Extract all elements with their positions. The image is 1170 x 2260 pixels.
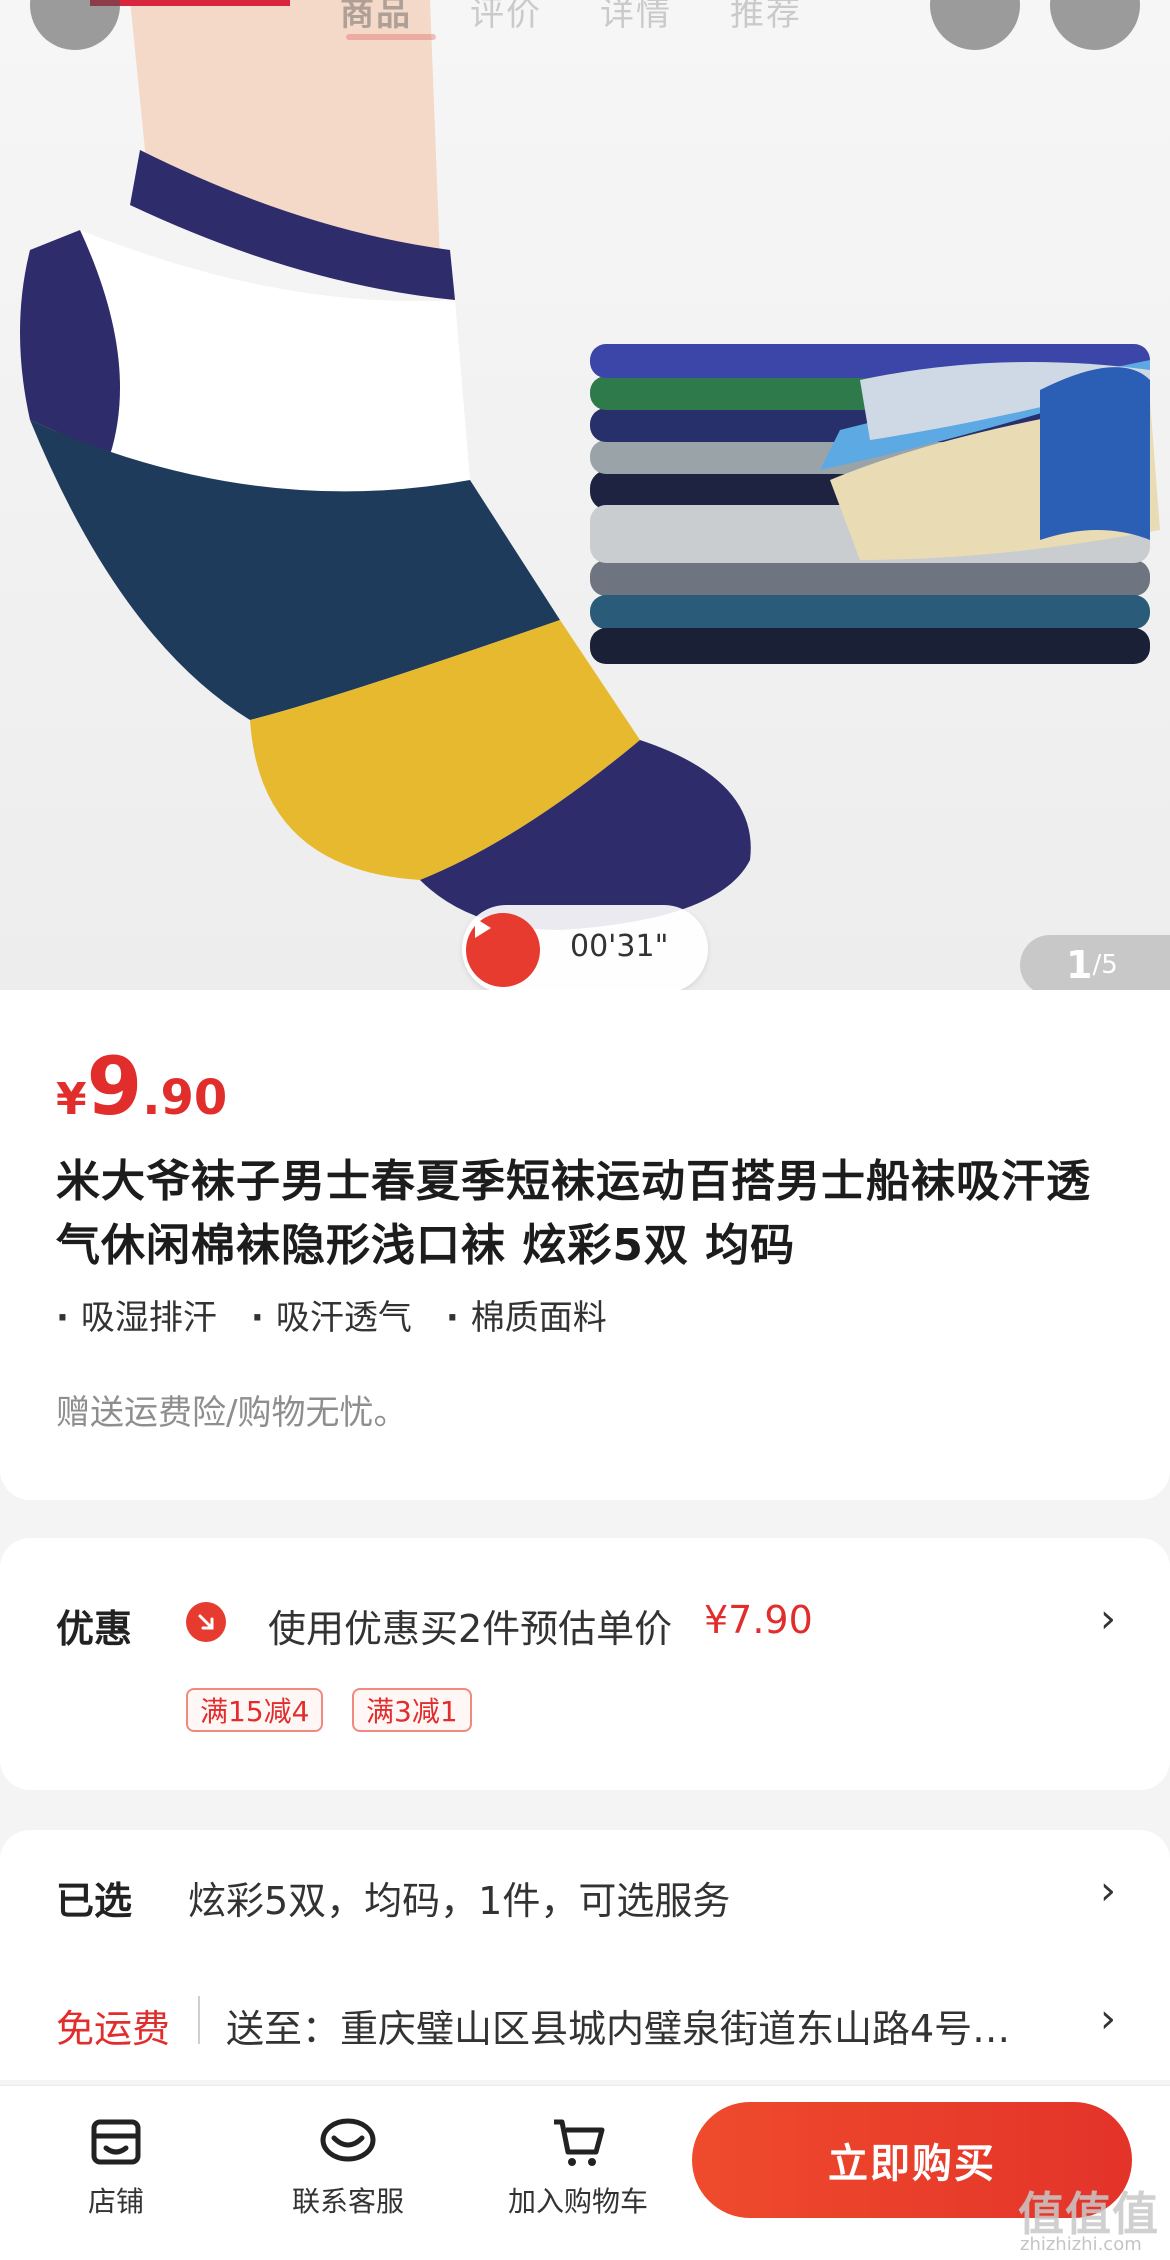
watermark-url: zhizhizhi.com xyxy=(1020,2234,1142,2255)
price-integer: 9 xyxy=(86,1040,143,1133)
feature-item: 棉质面料 xyxy=(446,1290,607,1339)
price-decimal: .90 xyxy=(142,1070,228,1126)
feature-item: 吸湿排汗 xyxy=(56,1290,217,1339)
product-title: 米大爷袜子男士春夏季短袜运动百搭男士船袜吸汗透气休闲棉袜隐形浅口袜 炫彩5双 均… xyxy=(56,1156,1091,1271)
cart-icon xyxy=(554,2119,605,2166)
free-shipping-label: 免运费 xyxy=(56,2007,171,2051)
product-price: ¥9.90 xyxy=(56,1040,227,1133)
image-pager: 1 /5 xyxy=(1020,935,1170,990)
tab-recommend[interactable]: 推荐 xyxy=(730,0,802,35)
tab-product[interactable]: 商品 xyxy=(340,0,412,35)
currency-symbol: ¥ xyxy=(56,1074,87,1125)
status-indicator-bar xyxy=(90,0,290,6)
chevron-right-icon[interactable]: › xyxy=(1100,1996,1116,2042)
selected-spec[interactable]: 炫彩5双，均码，1件，可选服务 xyxy=(188,1870,730,1925)
chevron-right-icon[interactable]: › xyxy=(1100,1868,1116,1914)
promo-description: 使用优惠买2件预估单价 xyxy=(268,1607,673,1651)
video-play-button[interactable]: 00'31" xyxy=(462,905,708,990)
service-label: 联系客服 xyxy=(291,2185,404,2218)
product-photo xyxy=(20,0,1160,930)
delivery-address[interactable]: 送至：重庆璧山区县城内璧泉街道东山路4号… xyxy=(226,1998,1010,2053)
selected-label: 已选 xyxy=(56,1879,133,1923)
cart-icon xyxy=(930,0,974,4)
tab-details[interactable]: 详情 xyxy=(600,0,672,35)
feature-list: 吸湿排汗 吸汗透气 棉质面料 xyxy=(56,1290,607,1339)
detail-tabs: 商品 评价 详情 推荐 xyxy=(340,0,802,35)
discount-arrow-icon xyxy=(186,1602,226,1642)
customer-service-button[interactable]: 联系客服 xyxy=(286,2112,410,2220)
chat-icon xyxy=(320,2118,376,2162)
pager-current: 1 xyxy=(1066,943,1093,987)
cart-label: 加入购物车 xyxy=(508,2185,649,2218)
promo-label: 优惠 xyxy=(56,1607,133,1651)
active-tab-indicator xyxy=(346,34,436,40)
shop-label: 店铺 xyxy=(87,2185,144,2218)
share-icon xyxy=(1050,0,1094,4)
video-duration: 00'31" xyxy=(570,929,669,964)
shop-button[interactable]: 店铺 xyxy=(74,2112,158,2220)
promo-unit-price: ¥7.90 xyxy=(704,1598,813,1642)
coupon-tag[interactable]: 满3减1 xyxy=(352,1688,472,1732)
add-to-cart-button[interactable]: 加入购物车 xyxy=(508,2112,648,2220)
shop-icon xyxy=(91,2119,141,2165)
play-icon xyxy=(466,913,540,987)
divider xyxy=(198,1996,200,2044)
promo-row[interactable] xyxy=(0,1538,1170,1790)
tab-reviews[interactable]: 评价 xyxy=(470,0,542,35)
coupon-tag[interactable]: 满15减4 xyxy=(186,1688,324,1732)
feature-item: 吸汗透气 xyxy=(251,1290,412,1339)
product-image-carousel[interactable]: 商品 评价 详情 推荐 00'31" 1 /5 xyxy=(0,0,1170,990)
chevron-right-icon[interactable]: › xyxy=(1100,1596,1116,1642)
pager-total: /5 xyxy=(1092,950,1118,980)
gift-note: 赠送运费险/购物无忧。 xyxy=(56,1393,408,1433)
